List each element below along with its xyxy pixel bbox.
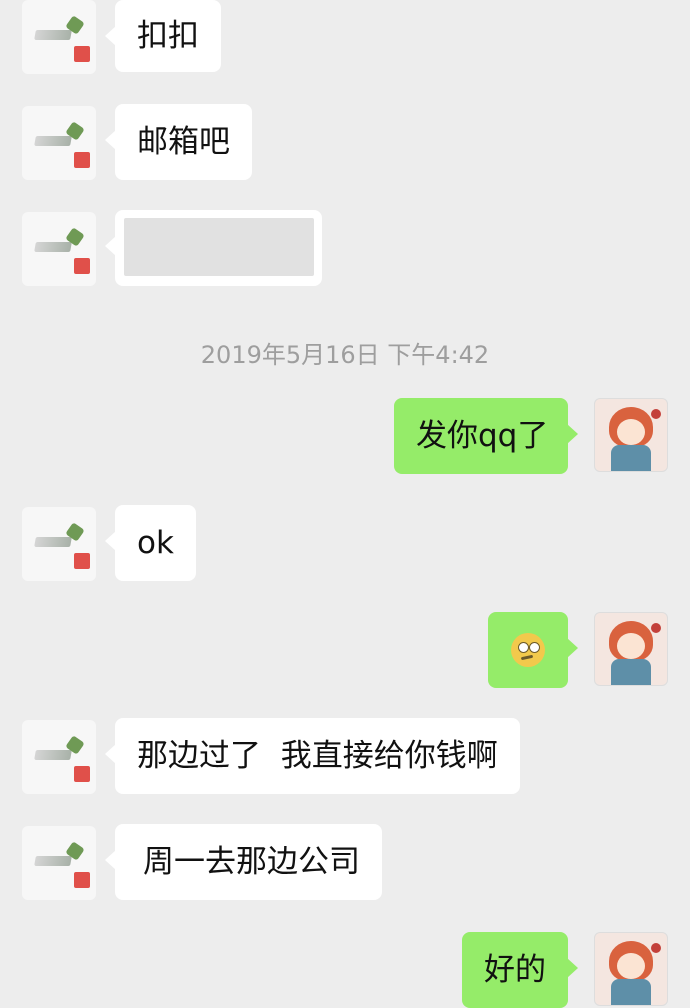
message-bubble-received[interactable]: 周一去那边公司	[105, 824, 382, 900]
message-bubble-received[interactable]: ok	[105, 505, 196, 581]
avatar-graphic	[74, 553, 90, 569]
avatar-graphic	[651, 623, 661, 633]
my-avatar[interactable]	[594, 612, 668, 686]
avatar-graphic	[611, 659, 651, 685]
message-timestamp: 2019年5月16日 下午4:42	[200, 341, 490, 369]
avatar-graphic	[74, 258, 90, 274]
avatar-graphic	[34, 136, 72, 146]
avatar-graphic	[611, 979, 651, 1005]
avatar-graphic	[651, 943, 661, 953]
avatar-graphic	[34, 242, 72, 252]
my-avatar[interactable]	[594, 398, 668, 472]
message-bubble-received[interactable]	[105, 210, 322, 286]
emoji-eye	[518, 641, 529, 653]
contact-avatar[interactable]	[22, 0, 96, 74]
confused-face-icon	[511, 632, 545, 667]
avatar-graphic	[34, 537, 72, 547]
contact-avatar[interactable]	[22, 826, 96, 900]
avatar-graphic	[74, 872, 90, 888]
avatar-graphic	[74, 152, 90, 168]
avatar-graphic	[617, 633, 645, 659]
avatar-graphic	[74, 766, 90, 782]
emoji-mouth	[520, 654, 534, 660]
avatar-graphic	[611, 445, 651, 471]
contact-avatar[interactable]	[22, 106, 96, 180]
avatar-graphic	[34, 750, 72, 760]
avatar-graphic	[651, 409, 661, 419]
avatar-graphic	[617, 953, 645, 979]
message-bubble-sent[interactable]: 好的	[462, 932, 578, 1008]
message-bubble-sent[interactable]	[488, 612, 578, 688]
message-bubble-sent[interactable]: 发你qq了	[394, 398, 578, 474]
avatar-graphic	[34, 856, 72, 866]
emoji-eye	[529, 641, 540, 653]
message-bubble-received[interactable]: 邮箱吧	[105, 104, 252, 180]
avatar-graphic	[74, 46, 90, 62]
redacted-content	[124, 218, 314, 276]
message-bubble-received[interactable]: 扣扣	[105, 0, 221, 72]
avatar-graphic	[617, 419, 645, 445]
contact-avatar[interactable]	[22, 507, 96, 581]
contact-avatar[interactable]	[22, 212, 96, 286]
avatar-graphic	[34, 30, 72, 40]
contact-avatar[interactable]	[22, 720, 96, 794]
message-bubble-received[interactable]: 那边过了 我直接给你钱啊	[105, 718, 520, 794]
